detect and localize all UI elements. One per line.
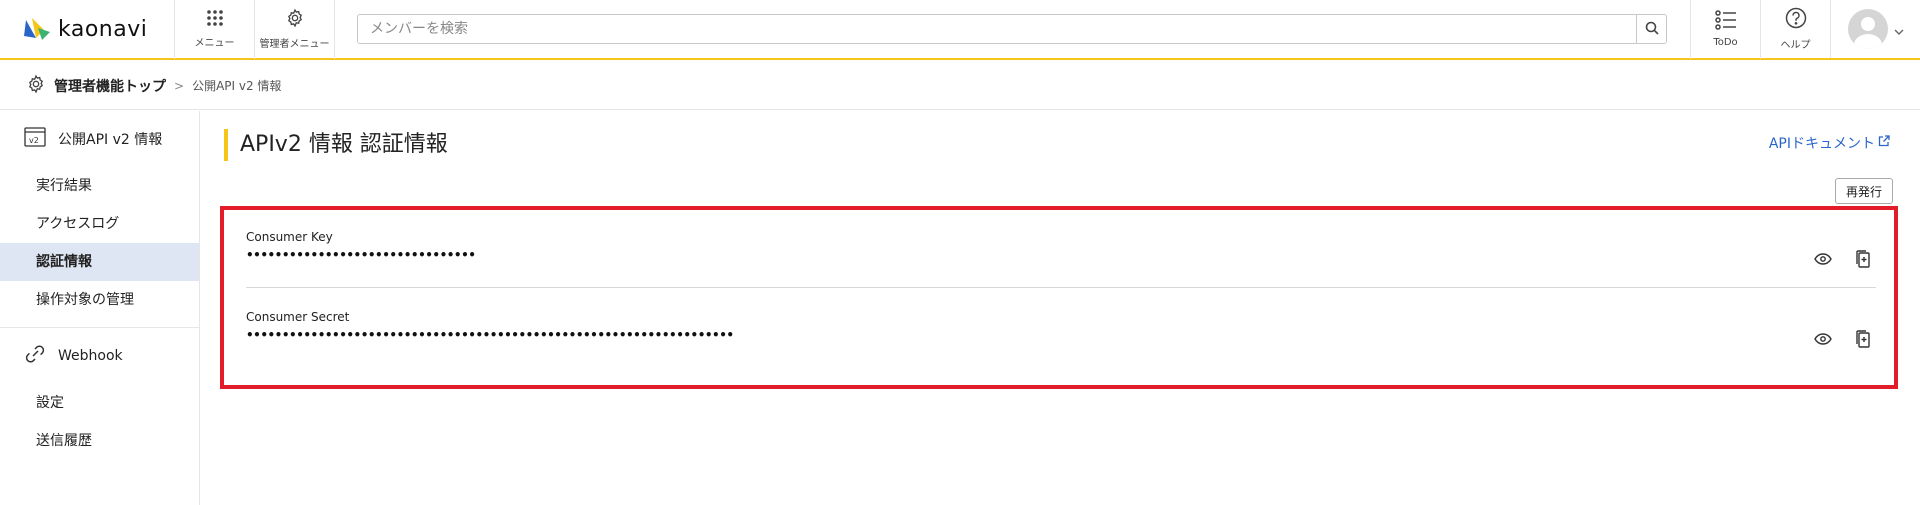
help-label: ヘルプ <box>1780 40 1811 51</box>
eye-icon[interactable] <box>1810 328 1836 350</box>
menu-button[interactable]: メニュー <box>175 0 255 59</box>
grid-icon <box>206 9 224 31</box>
credential-row-consumer-key: Consumer Key •••••••••••••••••••••••••••… <box>246 230 1876 288</box>
help-button[interactable]: ヘルプ <box>1760 0 1830 59</box>
sidebar-section-title: 公開API v2 情報 <box>58 132 163 148</box>
copy-icon[interactable] <box>1850 328 1876 350</box>
breadcrumb: 管理者機能トップ > 公開API v2 情報 <box>0 62 1920 110</box>
gear-icon <box>285 8 305 32</box>
link-icon <box>24 343 46 369</box>
page-title: APIv2 情報 認証情報 <box>224 129 448 161</box>
sidebar-item-execution-results[interactable]: 実行結果 <box>0 167 199 205</box>
sidebar-item-target-management[interactable]: 操作対象の管理 <box>0 281 199 319</box>
user-account-menu[interactable] <box>1830 0 1920 58</box>
external-link-icon <box>1878 135 1890 151</box>
breadcrumb-admin-top[interactable]: 管理者機能トップ <box>54 76 166 96</box>
sidebar-item-auth-info[interactable]: 認証情報 <box>0 243 199 281</box>
admin-menu-button[interactable]: 管理者メニュー <box>255 0 335 59</box>
todo-label: ToDo <box>1713 37 1738 48</box>
breadcrumb-separator: > <box>174 78 185 93</box>
help-icon <box>1785 7 1807 33</box>
consumer-key-label: Consumer Key <box>246 230 333 244</box>
search-input[interactable] <box>358 15 1636 43</box>
global-header: kaonavi メニュー 管理者メニュー メンバーを検索 ToDo ヘルプ <box>0 0 1920 60</box>
svg-text:v2: v2 <box>29 136 39 145</box>
consumer-secret-value: ••••••••••••••••••••••••••••••••••••••••… <box>246 328 734 342</box>
logo-mark-icon <box>22 14 52 44</box>
avatar <box>1847 9 1888 49</box>
consumer-secret-actions <box>1796 328 1876 350</box>
reissue-button[interactable]: 再発行 <box>1834 178 1893 204</box>
gear-icon <box>26 74 46 98</box>
breadcrumb-current: 公開API v2 情報 <box>192 79 282 93</box>
search-button[interactable] <box>1636 15 1666 43</box>
header-right-tools: ToDo ヘルプ <box>1690 0 1920 59</box>
logo-text: kaonavi <box>58 16 148 42</box>
api-document-link-label: APIドキュメント <box>1768 136 1875 152</box>
sidebar-item-send-history[interactable]: 送信履歴 <box>0 422 199 460</box>
chevron-down-icon <box>1894 20 1904 39</box>
admin-menu-label: 管理者メニュー <box>259 39 330 50</box>
api-document-link[interactable]: APIドキュメント <box>1769 133 1890 153</box>
consumer-secret-label: Consumer Secret <box>246 310 350 324</box>
eye-icon[interactable] <box>1810 248 1836 270</box>
todo-button[interactable]: ToDo <box>1690 0 1760 59</box>
todo-list-icon <box>1714 10 1737 34</box>
consumer-key-actions <box>1796 248 1876 270</box>
menu-label: メニュー <box>194 38 235 49</box>
consumer-key-value: •••••••••••••••••••••••••••••••• <box>246 248 476 262</box>
credential-row-consumer-secret: Consumer Secret ••••••••••••••••••••••••… <box>246 310 1876 390</box>
sidebar-section-webhook[interactable]: Webhook <box>0 328 199 384</box>
api-v2-icon: v2 <box>24 127 46 151</box>
sidebar-item-access-log[interactable]: アクセスログ <box>0 205 199 243</box>
search-icon <box>1645 20 1659 39</box>
kaonavi-logo[interactable]: kaonavi <box>0 0 175 59</box>
main-content: APIv2 情報 認証情報 APIドキュメント 再発行 Consumer Key… <box>200 111 1920 505</box>
sidebar-item-webhook-settings[interactable]: 設定 <box>0 384 199 422</box>
member-search <box>357 14 1667 44</box>
sidebar-section-api-v2[interactable]: v2 公開API v2 情報 <box>0 111 199 167</box>
sidebar: v2 公開API v2 情報 実行結果 アクセスログ 認証情報 操作対象の管理 … <box>0 111 200 505</box>
credentials-panel: Consumer Key •••••••••••••••••••••••••••… <box>220 206 1898 389</box>
sidebar-section-title: Webhook <box>58 348 123 364</box>
copy-icon[interactable] <box>1850 248 1876 270</box>
